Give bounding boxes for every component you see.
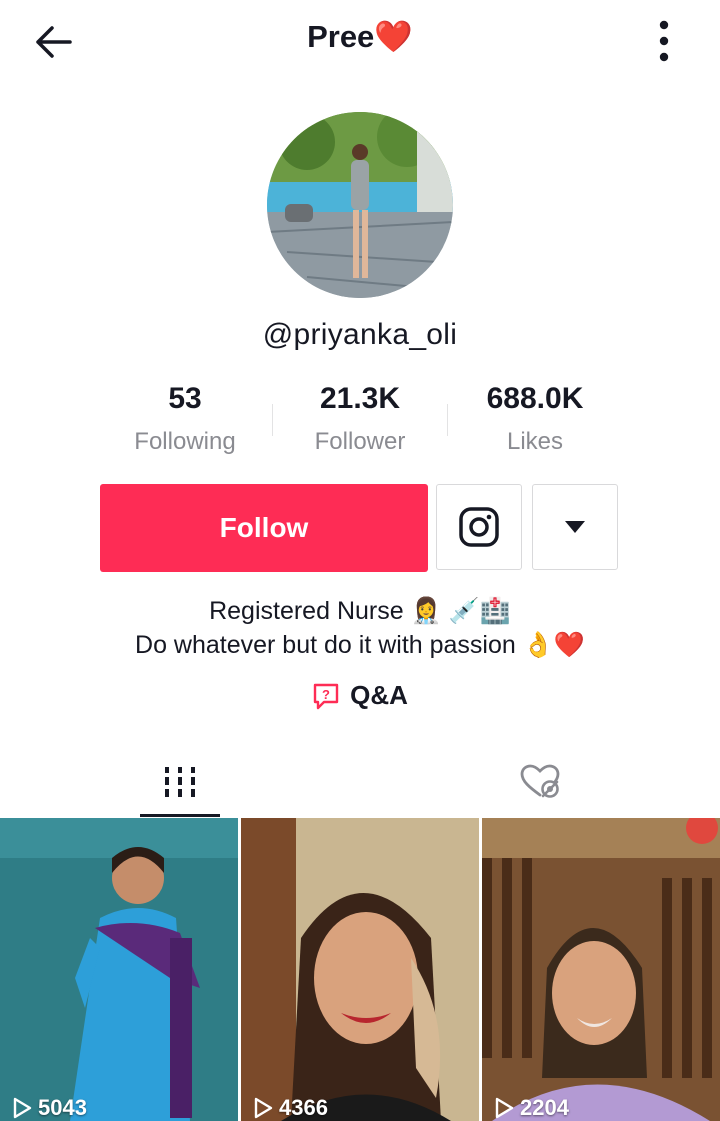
avatar[interactable]: [267, 112, 453, 298]
follower-label: Follower: [314, 428, 406, 455]
vertical-dots-icon: [659, 20, 669, 62]
following-count: 53: [168, 382, 202, 415]
tab-liked[interactable]: [500, 756, 580, 806]
play-outline-icon: [13, 1097, 32, 1119]
svg-text:?: ?: [322, 687, 330, 702]
likes-count: 688.0K: [486, 382, 584, 415]
play-count-value: 5043: [38, 1095, 87, 1120]
play-outline-icon: [495, 1097, 514, 1119]
video-preview-image: [0, 818, 238, 1121]
video-preview-image: [241, 818, 479, 1121]
play-outline-icon: [254, 1097, 273, 1119]
grid-icon: [165, 767, 195, 797]
suggested-accounts-dropdown[interactable]: [532, 484, 618, 570]
play-count-value: 2204: [520, 1095, 569, 1120]
play-count: 5043: [12, 1095, 87, 1121]
play-count: 2204: [494, 1095, 569, 1121]
following-label: Following: [134, 428, 236, 455]
video-thumbnail[interactable]: 5043: [0, 818, 238, 1121]
follow-button[interactable]: Follow: [100, 484, 428, 572]
video-preview-image: [482, 818, 720, 1121]
instagram-button[interactable]: [436, 484, 522, 570]
question-bubble-icon: ?: [313, 683, 339, 709]
video-thumbnail[interactable]: 2204: [482, 818, 720, 1121]
bio-line-2: Do whatever but do it with passion 👌❤️: [135, 631, 585, 659]
likes-label: Likes: [506, 428, 564, 455]
liked-hidden-heart-icon: [520, 764, 560, 798]
bio-line-1: Registered Nurse 👩‍⚕️ 💉🏥: [209, 597, 511, 625]
instagram-icon: [459, 507, 499, 547]
avatar-photo: [267, 112, 453, 298]
page-title: Pree❤️: [307, 19, 413, 54]
tab-videos[interactable]: [140, 756, 220, 806]
username-handle: @priyanka_oli: [262, 318, 458, 351]
caret-down-icon: [565, 521, 585, 533]
qa-label: Q&A: [350, 680, 408, 710]
more-options-button[interactable]: [642, 18, 686, 64]
stat-following[interactable]: 53 Following: [97, 382, 273, 456]
active-tab-indicator: [140, 814, 220, 817]
stat-likes: 688.0K Likes: [447, 382, 623, 456]
play-count: 4366: [253, 1095, 328, 1121]
follower-count: 21.3K: [319, 382, 401, 415]
play-count-value: 4366: [279, 1095, 328, 1120]
qa-link[interactable]: ? Q&A: [0, 680, 720, 711]
stat-followers[interactable]: 21.3K Follower: [272, 382, 448, 456]
video-thumbnail[interactable]: 4366: [241, 818, 479, 1121]
